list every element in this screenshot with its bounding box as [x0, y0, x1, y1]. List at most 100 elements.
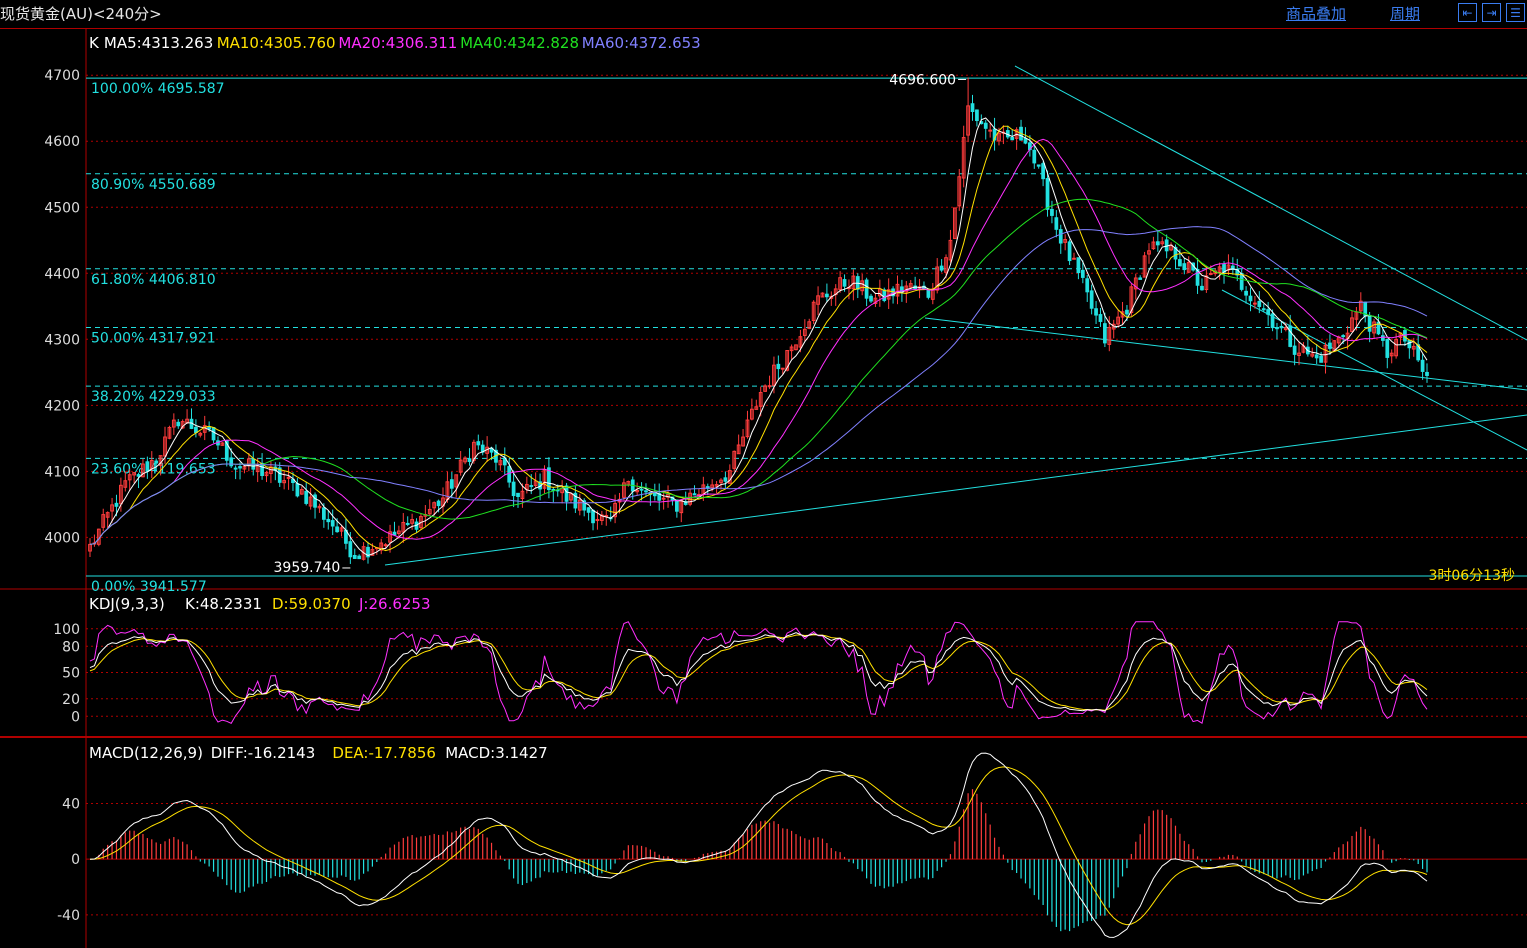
period-button[interactable]: 周期 — [1390, 3, 1420, 24]
candle-body — [1200, 285, 1204, 291]
ma60-line — [89, 226, 1428, 545]
macd-dea-line — [89, 766, 1428, 926]
candle-body — [476, 441, 481, 446]
candle-body — [1266, 309, 1271, 315]
y-tick-label: 50 — [62, 666, 80, 682]
candle-body — [1288, 325, 1293, 347]
candle-body — [145, 461, 150, 472]
price-panel: 4000 4100 4200 4300 4400 4500 4600 4700 100.00% … — [44, 34, 1527, 595]
candle-body — [988, 129, 993, 132]
y-tick-label: 4100 — [44, 464, 80, 480]
candle-body — [1094, 308, 1098, 316]
kdj-legend-item: D:59.0370 — [272, 595, 351, 613]
candle-body — [392, 531, 397, 536]
candle-body — [321, 507, 326, 520]
fib-level-label: 50.00% 4317.921 — [91, 330, 216, 346]
candle-body — [1023, 137, 1028, 144]
y-tick-label: 4200 — [44, 398, 80, 414]
candle-body — [1341, 335, 1346, 338]
candle-body — [1420, 359, 1425, 372]
candle-body — [295, 483, 300, 497]
candle-body — [1032, 149, 1037, 164]
candle-body — [1036, 164, 1041, 167]
candle-body — [842, 279, 847, 287]
candle-body — [661, 497, 666, 500]
chart-canvas[interactable]: 40004100420043004400450046004700100.00% … — [0, 29, 1527, 948]
candles — [88, 77, 1429, 564]
candle-body — [229, 457, 234, 467]
candle-body — [882, 289, 887, 301]
candle-body — [1178, 259, 1182, 267]
y-tick-label: 0 — [71, 852, 80, 868]
candle-body — [869, 295, 873, 302]
candle-body — [1080, 269, 1085, 278]
candle-body — [692, 493, 697, 496]
candle-body — [211, 427, 216, 441]
scroll-left-icon[interactable]: ⇤ — [1458, 3, 1477, 22]
ma-legend-item: MA40:4342.828 — [460, 34, 579, 52]
kdj-legend-item: KDJ(9,3,3) — [89, 595, 165, 613]
macd-legend-item: MACD:3.1427 — [445, 744, 548, 762]
fib-level-label: 100.00% 4695.587 — [91, 81, 225, 97]
candle-body — [233, 467, 238, 470]
candle-body — [1425, 371, 1429, 376]
ma-legend-item: MA20:4306.311 — [338, 34, 457, 52]
ma40-line — [89, 198, 1428, 545]
candle-body — [1076, 257, 1081, 274]
candle-body — [1381, 335, 1385, 341]
candle-body — [776, 363, 781, 370]
candle-body — [260, 462, 264, 476]
ma-legend-item: MA60:4372.653 — [582, 34, 701, 52]
candle-body — [1050, 208, 1054, 216]
candle-body — [449, 479, 454, 489]
candle-body — [1182, 263, 1187, 271]
candle-body — [825, 293, 829, 298]
candle-body — [1067, 241, 1072, 262]
kdj-legend-item: K:48.2331 — [185, 595, 262, 613]
candle-body — [1253, 302, 1257, 305]
candle-body — [335, 526, 339, 533]
ma20-line — [89, 138, 1428, 545]
candle-body — [348, 541, 353, 558]
y-tick-label: 40 — [62, 796, 80, 812]
macd-panel: -40 0 40 MACD(12,26,9) DIFF:-16.2143 DEA:-17.… — [57, 744, 1527, 938]
y-tick-label: 0 — [71, 709, 80, 725]
candle-body — [405, 522, 410, 525]
candle-body — [1045, 178, 1050, 210]
candle-body — [1010, 136, 1015, 141]
y-tick-label: 20 — [62, 692, 80, 708]
candle-body — [723, 477, 728, 482]
candle-body — [1319, 355, 1323, 363]
candle-body — [1367, 314, 1372, 332]
candle-body — [780, 367, 785, 370]
candle-body — [1138, 277, 1143, 280]
low-price-label: 3959.740 — [274, 560, 341, 576]
candle-body — [1248, 295, 1253, 302]
candle-body — [330, 520, 335, 527]
candle-body — [639, 488, 644, 491]
candle-body — [436, 500, 441, 507]
layout-icon[interactable]: ☰ — [1506, 3, 1525, 22]
candle-body — [1208, 272, 1213, 275]
y-tick-label: 4600 — [44, 134, 80, 150]
macd-legend-item: MACD(12,26,9) — [89, 744, 203, 762]
fib-level-label: 38.20% 4229.033 — [91, 389, 216, 405]
candle-body — [326, 518, 331, 523]
candle-body — [591, 509, 595, 524]
scroll-right-icon[interactable]: ⇥ — [1482, 3, 1501, 22]
candle-body — [675, 499, 679, 512]
candle-body — [1072, 257, 1076, 260]
candle-body — [467, 458, 472, 462]
macd-legend-item: DEA:-17.7856 — [332, 744, 436, 762]
candle-body — [1314, 354, 1319, 359]
candle-body — [352, 554, 357, 559]
candle-body — [595, 519, 600, 522]
candle-body — [383, 544, 388, 547]
overlay-button[interactable]: 商品叠加 — [1286, 3, 1346, 24]
candle-body — [1292, 345, 1297, 355]
candle-body — [644, 490, 648, 493]
trend-line-lower — [924, 317, 1527, 391]
candle-body — [313, 494, 317, 508]
candle-body — [1257, 300, 1262, 308]
y-tick-label: 4300 — [44, 332, 80, 348]
